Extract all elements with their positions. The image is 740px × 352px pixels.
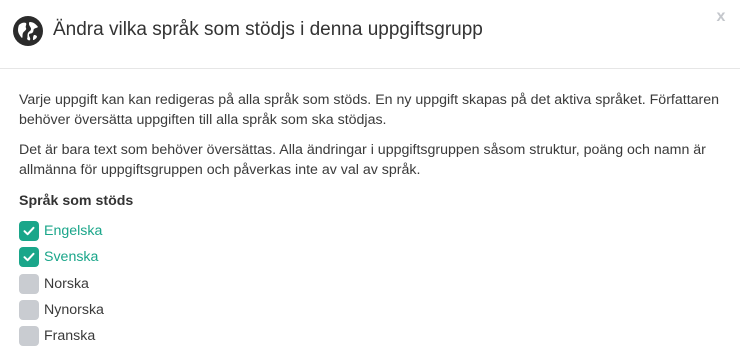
close-icon[interactable]: x (713, 8, 729, 26)
language-list: Engelska Svenska Norska Nynorska Franska (19, 221, 724, 347)
checkbox[interactable] (19, 299, 39, 320)
dialog-title: Ändra vilka språk som stödjs i denna upp… (53, 19, 483, 40)
language-label: Norska (44, 275, 89, 292)
description-paragraph-1: Varje uppgift kan kan redigeras på alla … (19, 92, 720, 128)
checkmark-icon (23, 253, 35, 262)
language-label: Engelska (44, 223, 103, 239)
supported-languages-heading: Språk som stöds (19, 193, 134, 209)
globe-icon (13, 16, 43, 46)
language-option-nynorska[interactable]: Nynorska (19, 299, 724, 320)
language-label: Franska (44, 328, 96, 345)
language-option-svenska[interactable]: Svenska (19, 247, 724, 268)
dialog-header: Ändra vilka språk som stödjs i denna upp… (0, 0, 740, 69)
language-label: Svenska (44, 249, 99, 266)
description-paragraph-2: Det är bara text som behöver översättas.… (19, 142, 706, 178)
checkmark-icon (23, 226, 35, 236)
language-option-norska[interactable]: Norska (19, 273, 724, 294)
language-label: Nynorska (44, 301, 104, 318)
checkbox[interactable] (19, 247, 39, 268)
language-support-dialog: Ändra vilka språk som stödjs i denna upp… (0, 0, 740, 351)
checkbox[interactable] (19, 273, 39, 294)
language-option-engelska[interactable]: Engelska (19, 221, 724, 241)
checkbox[interactable] (19, 221, 39, 241)
checkbox[interactable] (19, 326, 39, 347)
language-option-franska[interactable]: Franska (19, 326, 724, 347)
dialog-body: Varje uppgift kan kan redigeras på alla … (19, 90, 724, 352)
